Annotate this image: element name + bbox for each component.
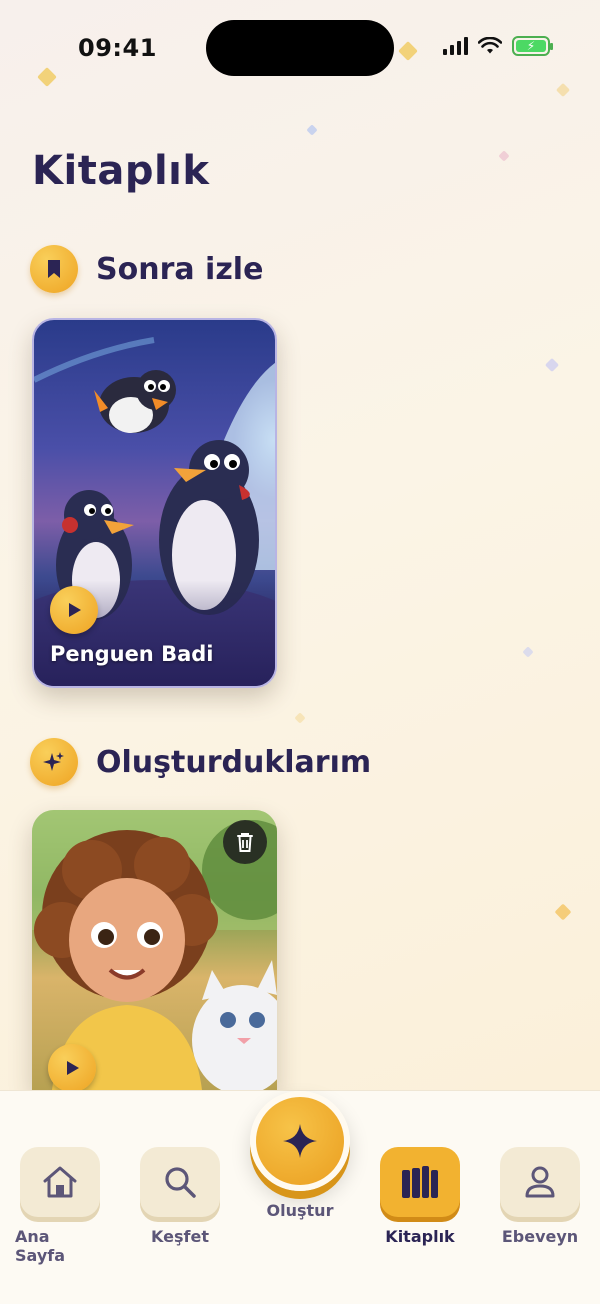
sparkle-icon (30, 738, 78, 786)
tab-home[interactable]: Ana Sayfa (15, 1147, 105, 1265)
bookmark-icon (30, 245, 78, 293)
story-title: Penguen Badi (50, 642, 214, 666)
tab-parent-label: Ebeveyn (501, 1227, 579, 1246)
delete-button[interactable] (223, 820, 267, 864)
cellular-signal-icon (443, 37, 468, 55)
sparkle-decoration (294, 712, 306, 724)
status-time: 09:41 (78, 34, 157, 62)
tab-explore-label: Keşfet (151, 1227, 209, 1246)
watch-later-title: Sonra izle (96, 251, 264, 287)
tab-library-button[interactable] (380, 1147, 460, 1217)
battery-icon: ⚡ (512, 36, 553, 56)
tab-explore[interactable]: Keşfet (135, 1147, 225, 1246)
tab-explore-button[interactable] (140, 1147, 220, 1217)
user-icon (525, 1166, 555, 1198)
sparkle-decoration (544, 357, 560, 373)
trash-icon (237, 833, 253, 852)
books-icon (402, 1166, 438, 1198)
story-card-penguen-badi[interactable]: Penguen Badi (32, 318, 277, 688)
sparkle-icon (283, 1124, 317, 1158)
status-bar: 09:41 ⚡ (0, 0, 600, 90)
dynamic-island (206, 20, 394, 76)
tab-create-label: Oluştur (266, 1201, 334, 1220)
tab-home-button[interactable] (20, 1147, 100, 1217)
sparkle-decoration (498, 150, 510, 162)
wifi-icon (478, 37, 502, 54)
play-icon (67, 1061, 79, 1075)
search-icon (165, 1167, 196, 1198)
watch-later-header: Sonra izle (30, 245, 263, 293)
created-title: Oluşturduklarım (96, 744, 372, 780)
tab-parent[interactable]: Ebeveyn (495, 1147, 585, 1246)
created-story-card[interactable] (32, 810, 277, 1090)
tab-bar: Ana Sayfa Keşfet Oluştur Kitaplık Ebevey… (0, 1090, 600, 1304)
tab-library[interactable]: Kitaplık (375, 1147, 465, 1246)
tab-home-label: Ana Sayfa (15, 1227, 66, 1265)
page-title: Kitaplık (32, 148, 210, 194)
status-icons: ⚡ (443, 36, 553, 56)
tab-library-label: Kitaplık (385, 1227, 455, 1246)
sparkle-decoration (306, 124, 318, 136)
created-header: Oluşturduklarım (30, 738, 371, 786)
create-button[interactable] (250, 1091, 350, 1191)
sparkle-decoration (522, 646, 534, 658)
play-button[interactable] (50, 586, 98, 634)
tab-parent-button[interactable] (500, 1147, 580, 1217)
home-icon (43, 1166, 77, 1198)
play-button[interactable] (48, 1044, 96, 1090)
sparkle-decoration (554, 903, 572, 921)
play-icon (69, 603, 81, 617)
